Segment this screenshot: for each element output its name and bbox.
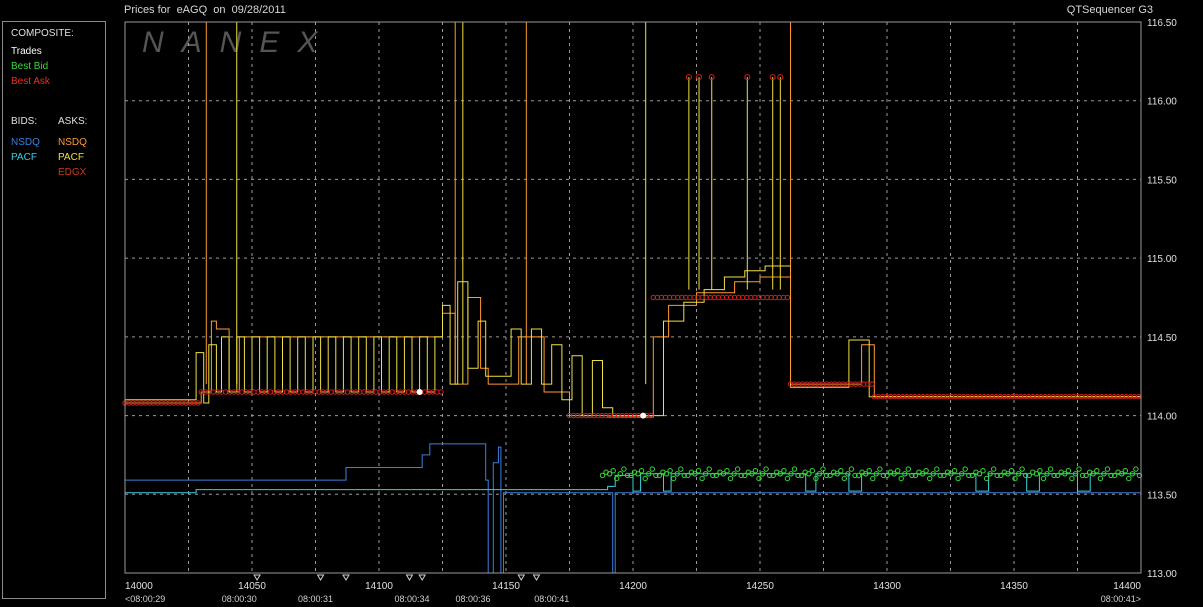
x-tick-label: 14150	[492, 581, 520, 592]
price-chart: NANEX 113.00 113.50 114.00 114.50 115.00 115.…	[122, 18, 1177, 604]
best-bid-marker	[756, 475, 762, 482]
y-tick-label: 116.50	[1147, 18, 1177, 29]
best-bid-marker	[951, 468, 958, 474]
time-label: 08:00:36	[455, 594, 490, 604]
best-bid-marker	[866, 468, 872, 474]
x-tick-label: 14050	[238, 581, 266, 592]
y-tick-label: 115.00	[1147, 254, 1177, 265]
best-bid-marker	[1097, 475, 1104, 482]
time-marker	[253, 574, 261, 581]
best-bid-marker	[848, 466, 855, 472]
best-bid-marker	[1076, 466, 1082, 472]
best-bid-marker	[877, 466, 883, 472]
best-bid-marker	[895, 468, 901, 474]
x-tick-label: 14350	[1000, 581, 1028, 592]
best-bid-marker	[905, 466, 911, 472]
series-ask-nsdq	[125, 276, 1141, 418]
time-marker	[418, 574, 427, 581]
x-tick-label: 14250	[746, 581, 774, 592]
trade-marker	[416, 388, 423, 395]
best-bid-marker	[667, 468, 673, 474]
best-bid-marker	[781, 468, 787, 474]
best-bid-marker	[923, 468, 929, 474]
best-bid-marker	[699, 475, 705, 482]
time-marker	[517, 574, 526, 581]
time-marker	[405, 574, 414, 581]
best-bid-marker	[980, 468, 986, 474]
time-label: 08:00:41	[534, 594, 569, 604]
marker-layer	[122, 74, 1143, 482]
axis-layer: 113.00 113.50 114.00 114.50 115.00 115.50 116.…	[125, 18, 1177, 604]
best-bid-marker	[1133, 466, 1139, 472]
best-bid-marker	[784, 475, 791, 482]
y-tick-label: 115.50	[1147, 175, 1177, 186]
time-label: <08:00:29	[125, 594, 165, 604]
best-bid-marker	[638, 468, 645, 474]
time-label: 08:00:41>	[1101, 594, 1141, 604]
best-bid-marker	[1012, 475, 1018, 482]
time-marker	[316, 574, 325, 581]
best-bid-marker	[1094, 468, 1100, 474]
best-bid-marker	[1065, 468, 1072, 474]
best-bid-marker	[1069, 475, 1075, 482]
best-bid-marker	[838, 468, 844, 474]
y-tick-label: 116.00	[1147, 97, 1177, 108]
best-bid-marker	[1008, 468, 1015, 474]
time-marker	[532, 574, 541, 581]
best-bid-marker	[1126, 475, 1132, 482]
best-bid-marker	[1104, 466, 1111, 472]
best-bid-marker	[962, 466, 968, 472]
best-bid-marker	[1019, 466, 1025, 472]
best-bid-marker	[927, 475, 933, 482]
best-bid-marker	[1037, 468, 1043, 474]
y-tick-label: 114.00	[1147, 412, 1177, 423]
best-bid-marker	[752, 468, 759, 474]
x-tick-label: 14000	[125, 581, 153, 592]
best-bid-marker	[734, 466, 741, 472]
best-bid-marker	[670, 475, 677, 482]
y-tick-label: 113.00	[1147, 569, 1177, 580]
x-tick-label: 14300	[873, 581, 901, 592]
y-tick-label: 114.50	[1147, 333, 1177, 344]
best-bid-marker	[621, 466, 627, 472]
time-marker	[342, 574, 350, 581]
best-bid-marker	[955, 475, 961, 482]
best-bid-marker	[1122, 468, 1129, 474]
best-bid-marker	[763, 466, 769, 472]
best-bid-marker	[809, 468, 815, 474]
best-bid-marker	[1040, 475, 1047, 482]
best-bid-marker	[1047, 466, 1054, 472]
x-tick-label: 14400	[1113, 581, 1141, 592]
time-label: 08:00:31	[298, 594, 333, 604]
best-bid-marker	[678, 466, 684, 472]
best-bid-marker	[727, 475, 734, 482]
y-tick-label: 113.50	[1147, 490, 1177, 501]
best-bid-marker	[642, 475, 648, 482]
trade-marker	[640, 412, 647, 419]
best-bid-marker	[934, 466, 940, 472]
x-tick-label: 14200	[619, 581, 647, 592]
time-label: 08:00:30	[222, 594, 257, 604]
best-bid-marker	[649, 466, 655, 472]
x-tick-label: 14100	[365, 581, 393, 592]
best-bid-marker	[610, 468, 616, 474]
best-bid-marker	[706, 466, 712, 472]
best-bid-marker	[841, 475, 847, 482]
best-bid-marker	[898, 475, 904, 482]
watermark: NANEX	[142, 26, 335, 59]
best-bid-marker	[724, 468, 730, 474]
best-bid-marker	[991, 466, 997, 472]
best-bid-marker	[870, 475, 876, 482]
best-bid-marker	[791, 466, 798, 472]
time-label: 08:00:34	[394, 594, 429, 604]
